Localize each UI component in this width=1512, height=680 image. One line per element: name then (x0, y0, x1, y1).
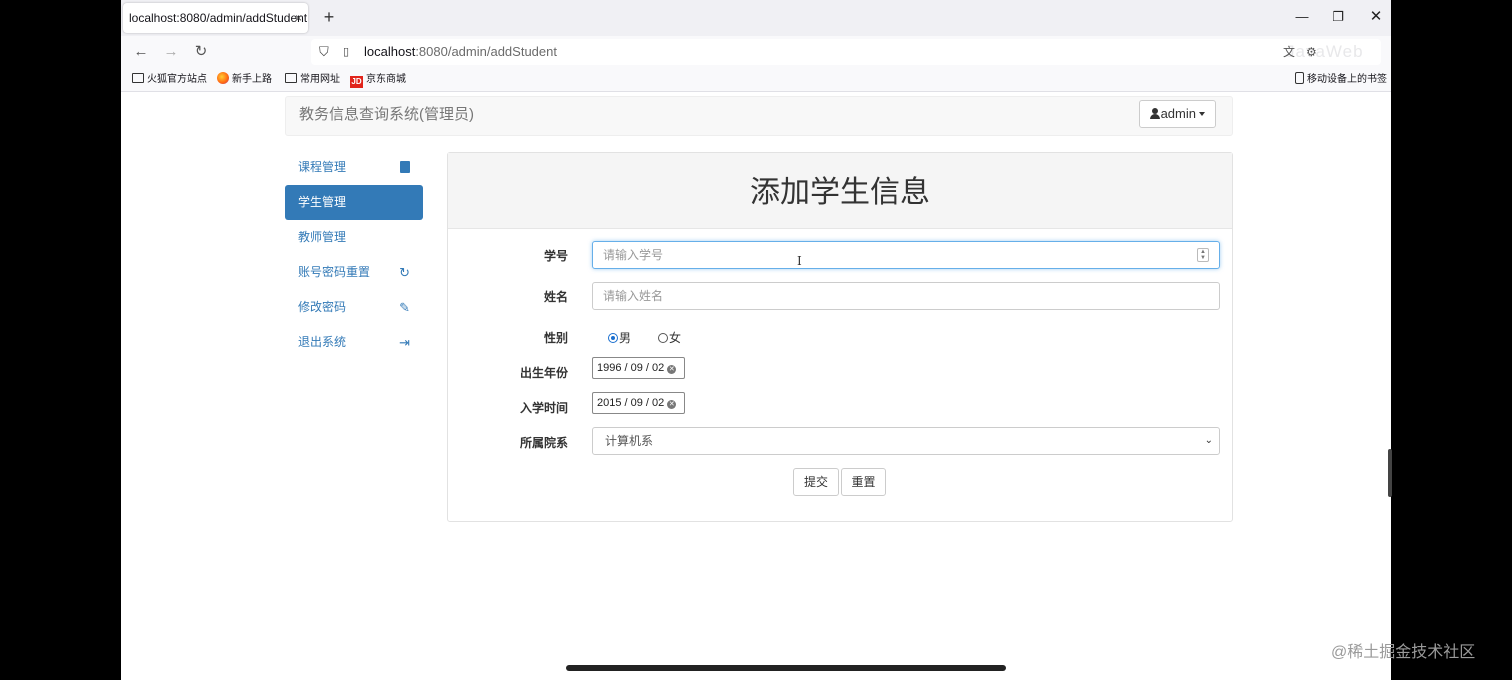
app-navbar: 教务信息查询系统(管理员) admin (285, 96, 1233, 136)
page-info-icon[interactable]: ▯ (343, 39, 349, 65)
sidebar-item-label: 退出系统 (298, 335, 347, 349)
tab-close-icon[interactable]: × (295, 3, 302, 33)
name-placeholder: 请输入姓名 (603, 289, 664, 303)
bookmark-label: 新手上路 (232, 74, 272, 85)
sidebar-item-change-password[interactable]: 修改密码 ✎ (285, 290, 423, 325)
sidebar-item-label: 课程管理 (298, 160, 347, 174)
bookmark-label: 京东商城 (366, 74, 406, 85)
mobile-icon (1295, 72, 1304, 84)
reset-button[interactable]: 重置 (841, 468, 886, 496)
user-icon (1149, 108, 1160, 119)
birth-date-value: 1996 / 09 / 02 (597, 362, 665, 374)
name-label: 姓名 (543, 290, 568, 304)
name-input[interactable]: 请输入姓名 (592, 282, 1220, 310)
sidebar-item-logout[interactable]: 退出系统 ⇥ (285, 325, 423, 360)
college-select[interactable]: 计算机系 ⌄ (592, 427, 1220, 455)
gender-male-radio[interactable]: 男 (608, 329, 631, 346)
add-student-panel: 添加学生信息 学号 请输入学号 I ▲ ▼ 姓名 请输入姓名 性别 男 女 出生年… (447, 152, 1233, 522)
birth-date-input[interactable]: 1996 / 09 / 02 ✕ (592, 357, 685, 379)
college-selected-value: 计算机系 (605, 434, 654, 448)
home-indicator (566, 665, 1006, 671)
gender-label: 性别 (543, 331, 568, 345)
pencil-icon: ✎ (399, 300, 410, 315)
enroll-date-input[interactable]: 2015 / 09 / 02 ✕ (592, 392, 685, 414)
brand-title[interactable]: 教务信息查询系统(管理员) (299, 97, 474, 133)
college-label: 所属院系 (519, 436, 568, 450)
sidebar-item-label: 账号密码重置 (298, 265, 371, 279)
folder-icon (285, 73, 297, 83)
restore-icon[interactable]: ❐ (1320, 6, 1356, 28)
refresh-icon: ↻ (399, 265, 410, 280)
logout-icon: ⇥ (399, 335, 410, 350)
tab-title: localhost:8080/admin/addStudent (129, 11, 308, 25)
bookmark-label: 移动设备上的书签 (1307, 74, 1387, 85)
close-window-icon[interactable]: ✕ (1358, 6, 1391, 28)
forward-arrow-icon[interactable]: → (158, 40, 184, 64)
bookmark-label: 火狐官方站点 (147, 74, 207, 85)
radio-checked-icon[interactable] (608, 333, 618, 343)
book-icon (400, 150, 410, 185)
url-host: localhost (364, 44, 416, 59)
gender-male-label: 男 (619, 331, 632, 345)
nav-toolbar: ← → ↻ ⛉ ▯ localhost:8080/admin/addStuden… (121, 36, 1391, 68)
sidebar-item-teacher-management[interactable]: 教师管理 (285, 220, 423, 255)
bookmark-firefox-official[interactable]: 火狐官方站点 (132, 72, 207, 88)
birth-year-label: 出生年份 (519, 366, 568, 380)
sidebar-item-label: 教师管理 (298, 230, 347, 244)
shield-icon[interactable]: ⛉ (319, 39, 329, 65)
chevron-down-icon: ⌄ (1204, 435, 1213, 446)
sidebar-item-label: 修改密码 (298, 300, 347, 314)
reload-icon[interactable]: ↻ (188, 40, 214, 64)
new-tab-button[interactable]: + (315, 4, 343, 32)
jd-icon: JD (350, 76, 363, 88)
student-id-input[interactable]: 请输入学号 I ▲ ▼ (592, 241, 1220, 269)
faded-overlay-text: JavaWeb (1286, 42, 1364, 61)
bookmark-label: 常用网址 (300, 74, 340, 85)
extension-icon[interactable]: ⚙ (1306, 39, 1317, 65)
clear-icon[interactable]: ✕ (667, 365, 677, 374)
bookmark-mobile[interactable]: 移动设备上的书签 (1295, 72, 1387, 88)
caret-down-icon (1199, 112, 1205, 116)
clear-icon[interactable]: ✕ (667, 400, 677, 409)
submit-button[interactable]: 提交 (793, 468, 839, 496)
bookmarks-bar: 火狐官方站点 新手上路 常用网址 JD 京东商城 移动设备上的书签 (121, 68, 1391, 92)
bookmark-common-sites[interactable]: 常用网址 (285, 72, 340, 88)
user-dropdown-button[interactable]: admin (1138, 100, 1216, 128)
minimize-icon[interactable]: — (1284, 6, 1320, 28)
gender-female-label: 女 (669, 331, 682, 345)
page-title: 添加学生信息 (750, 176, 930, 209)
panel-heading: 添加学生信息 (448, 153, 1232, 229)
browser-window: localhost:8080/admin/addStudent × + — ❐ … (121, 0, 1391, 680)
bookmark-getting-started[interactable]: 新手上路 (217, 72, 272, 88)
text-cursor-icon: I (797, 254, 802, 268)
sidebar-item-label: 学生管理 (298, 195, 347, 209)
sidebar-item-account-reset[interactable]: 账号密码重置 ↻ (285, 255, 423, 290)
scrollbar-handle[interactable] (1388, 449, 1392, 497)
tab-bar: localhost:8080/admin/addStudent × + — ❐ … (121, 0, 1391, 36)
enroll-date-value: 2015 / 09 / 02 (597, 397, 665, 409)
browser-tab[interactable]: localhost:8080/admin/addStudent × (123, 3, 308, 33)
translate-icon[interactable]: ⽂ (1283, 39, 1295, 65)
number-spinner-icon[interactable]: ▲ ▼ (1197, 248, 1209, 262)
url-text[interactable]: localhost:8080/admin/addStudent (364, 39, 557, 65)
sidebar-item-student-management[interactable]: 学生管理 (285, 185, 423, 220)
username: admin (1160, 106, 1196, 121)
back-arrow-icon[interactable]: ← (128, 40, 154, 64)
student-id-label: 学号 (543, 249, 568, 263)
url-path: :8080/admin/addStudent (415, 44, 557, 59)
radio-unchecked-icon[interactable] (658, 333, 668, 343)
bookmark-jd[interactable]: JD 京东商城 (350, 72, 406, 88)
firefox-icon (217, 72, 229, 84)
sidebar: 课程管理 学生管理 教师管理 账号密码重置 ↻ 修改密码 ✎ 退出系统 ⇥ (285, 150, 423, 360)
student-id-placeholder: 请输入学号 (603, 248, 664, 262)
sidebar-item-course-management[interactable]: 课程管理 (285, 150, 423, 185)
watermark-text: @稀土掘金技术社区 (1331, 644, 1476, 661)
gender-female-radio[interactable]: 女 (658, 329, 681, 346)
url-bar[interactable]: ⛉ ▯ localhost:8080/admin/addStudent Java… (311, 39, 1381, 65)
folder-icon (132, 73, 144, 83)
enroll-date-label: 入学时间 (519, 401, 568, 415)
